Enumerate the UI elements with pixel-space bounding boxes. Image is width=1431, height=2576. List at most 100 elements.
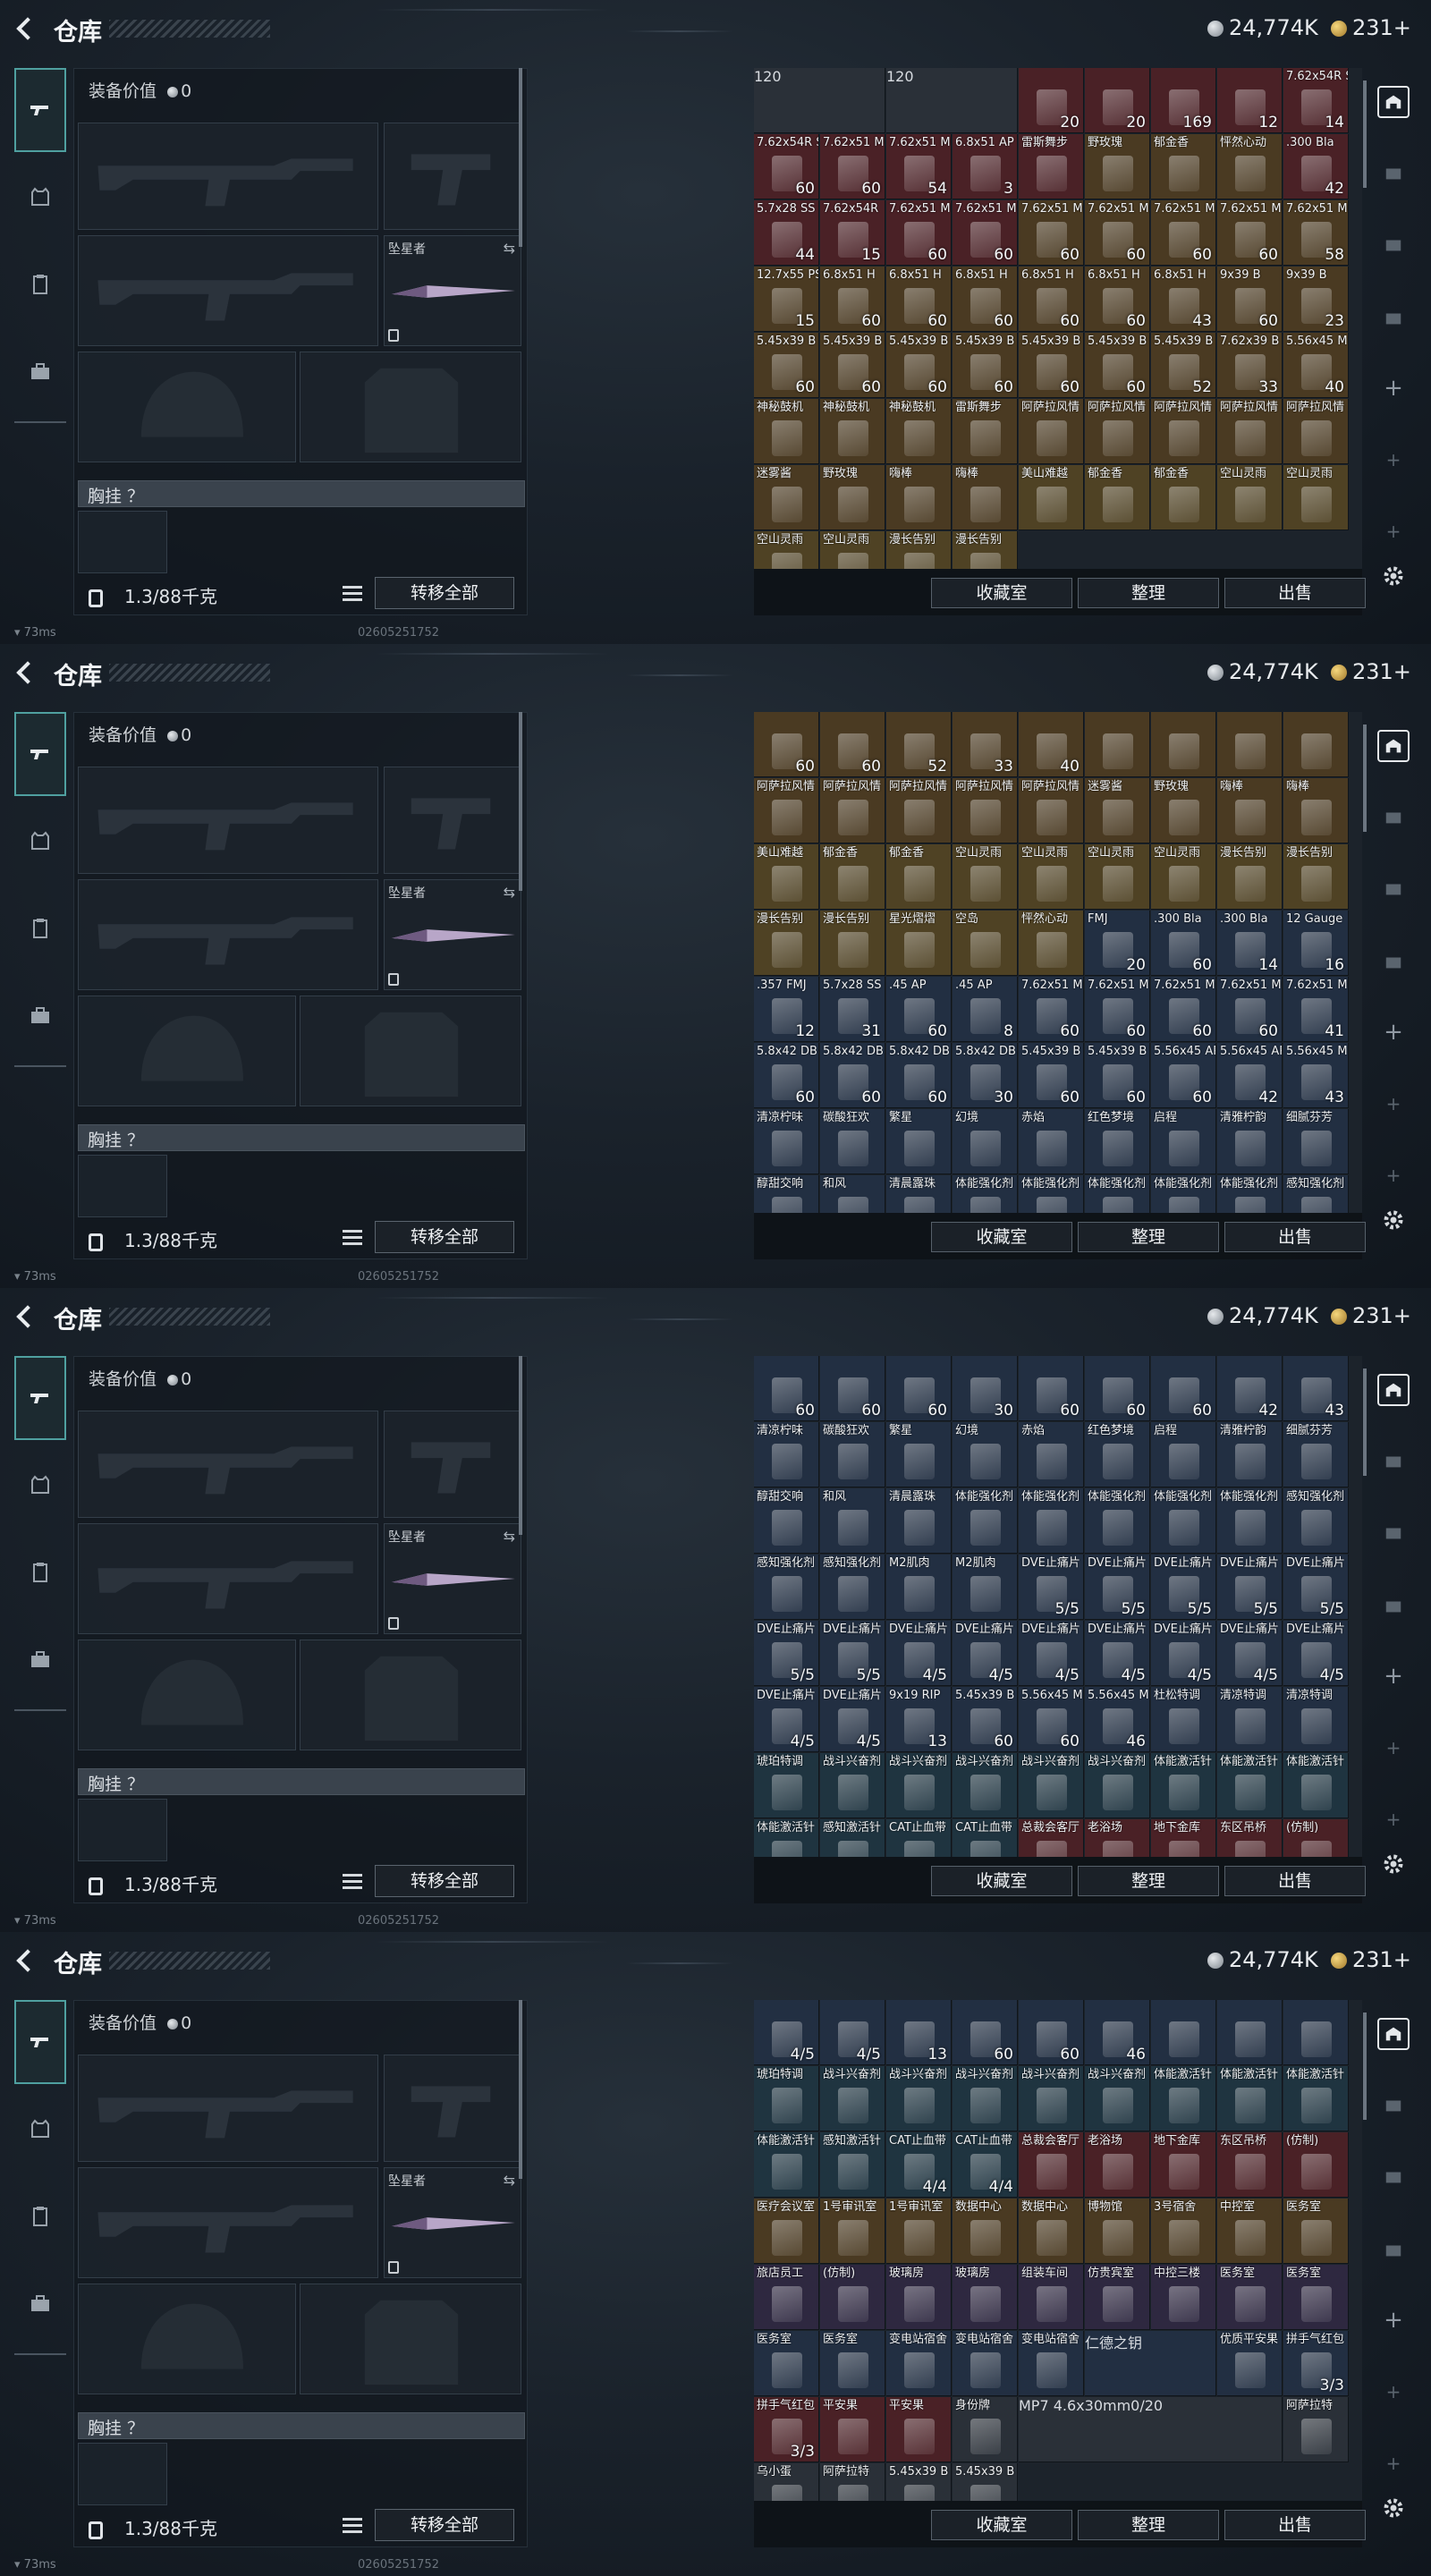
inventory-item[interactable]: 战斗兴奋剂 xyxy=(886,1753,952,1818)
inventory-item[interactable]: 细腻芬芳 xyxy=(1283,1422,1349,1487)
inventory-item[interactable]: DVE止痛片 4/5 xyxy=(1283,1621,1349,1686)
add-storage-icon[interactable]: + xyxy=(1377,515,1410,547)
inventory-item[interactable]: 6.8x51 AP 3 xyxy=(953,134,1018,199)
inventory-item[interactable]: MP7 4.6x30mm0/20 xyxy=(1019,2397,1283,2462)
inventory-item[interactable]: 醇甜交响 xyxy=(754,1488,819,1554)
tab-cases[interactable] xyxy=(14,1619,66,1701)
inventory-item[interactable]: 战斗兴奋剂 xyxy=(953,2066,1018,2131)
inventory-item[interactable]: 清雅柠韵 xyxy=(1217,1422,1283,1487)
add-storage-icon[interactable]: + xyxy=(1377,372,1410,404)
inventory-item[interactable]: 旅店员工 xyxy=(754,2265,819,2330)
inventory-item[interactable]: 战斗兴奋剂 xyxy=(1019,1753,1084,1818)
inventory-item[interactable]: 5.45x39 B60 xyxy=(953,2463,1018,2501)
helmet-slot[interactable] xyxy=(78,352,296,462)
inventory-item[interactable]: 6.8x51 H 43 xyxy=(1151,267,1216,332)
sort-button[interactable]: 整理 xyxy=(1078,1866,1219,1896)
inventory-item[interactable]: 嗨棒 xyxy=(886,465,952,530)
inventory-item[interactable]: 体能强化剂 xyxy=(953,1175,1018,1213)
loadout-scrollbar[interactable] xyxy=(519,1356,522,1535)
sort-button[interactable]: 整理 xyxy=(1078,578,1219,608)
inventory-item[interactable]: 琥珀特调 xyxy=(754,2066,819,2131)
tab-consumables[interactable] xyxy=(14,243,66,326)
inventory-item[interactable]: 120 xyxy=(754,68,885,133)
tab-consumables[interactable] xyxy=(14,887,66,970)
inventory-item[interactable]: 漫长告别 xyxy=(820,911,885,976)
chest-rig-slot[interactable] xyxy=(78,1155,167,1217)
inventory-item[interactable] xyxy=(1085,712,1150,777)
inventory-item[interactable]: DVE止痛片 4/5 xyxy=(886,1621,952,1686)
inventory-item[interactable]: 清凉柠味 xyxy=(754,1109,819,1174)
storage-box-icon[interactable] xyxy=(1377,302,1410,335)
inventory-item[interactable]: 5.56x45 AP 60 xyxy=(1151,1043,1216,1108)
inventory-item[interactable]: 5.56x45 M 43 xyxy=(1283,1043,1349,1108)
inventory-item[interactable]: FMJ 20 xyxy=(1085,911,1150,976)
primary-weapon-slot[interactable] xyxy=(78,123,378,230)
inventory-item[interactable]: 中控三楼 xyxy=(1151,2265,1216,2330)
inventory-item[interactable]: DVE止痛片 5/5 xyxy=(1151,1555,1216,1620)
inventory-item[interactable]: 雷斯舞步 xyxy=(1019,134,1084,199)
inventory-item[interactable]: 体能强化剂 xyxy=(1085,1488,1150,1554)
inventory-item[interactable]: 总裁会客厅 xyxy=(1019,1819,1084,1857)
inventory-item[interactable]: 阿萨拉风情 xyxy=(754,778,819,843)
inventory-item[interactable]: 7.62x51 M6 60 xyxy=(820,134,885,199)
inventory-item[interactable] xyxy=(1283,712,1349,777)
collection-room-button[interactable]: 收藏室 xyxy=(931,1222,1072,1252)
transfer-all-button[interactable]: 转移全部 xyxy=(375,577,514,609)
inventory-item[interactable]: .300 Bla 42 xyxy=(1283,134,1349,199)
inventory-item[interactable]: 7.62x51 M6 60 xyxy=(1019,977,1084,1042)
inventory-item[interactable]: 医务室 xyxy=(1283,2199,1349,2264)
inventory-item[interactable]: 漫长告别 xyxy=(1283,844,1349,910)
inventory-item[interactable]: 玻璃房 xyxy=(886,2265,952,2330)
inventory-item[interactable]: 细腻芬芳 xyxy=(1283,1109,1349,1174)
inventory-item[interactable]: .45 AP 8 xyxy=(953,977,1018,1042)
inventory-item[interactable]: 感知强化剂 xyxy=(820,1555,885,1620)
inventory-item[interactable]: 野玫瑰 xyxy=(1151,778,1216,843)
inventory-item[interactable]: 5.45x39 B60 xyxy=(1019,1043,1084,1108)
inventory-item[interactable]: 变电站宿舍 xyxy=(1019,2331,1084,2396)
armor-slot[interactable] xyxy=(300,352,521,462)
storage-box-icon[interactable] xyxy=(1377,801,1410,834)
inventory-item[interactable]: 30 xyxy=(953,1356,1018,1421)
inventory-item[interactable]: 仁德之钥 xyxy=(1085,2331,1216,2396)
inventory-item[interactable]: 7.62x51 M6 58 xyxy=(1283,200,1349,266)
inventory-item[interactable]: 红色梦境 xyxy=(1085,1422,1150,1487)
inventory-item[interactable]: 7.62x51 M6 60 xyxy=(1217,977,1283,1042)
inventory-item[interactable]: 阿萨拉风情 xyxy=(1085,399,1150,464)
inventory-item[interactable]: 神秘鼓机 xyxy=(820,399,885,464)
inventory-item[interactable]: 体能激活针 xyxy=(1217,2066,1283,2131)
inventory-item[interactable]: 神秘鼓机 xyxy=(886,399,952,464)
inventory-item[interactable]: 体能强化剂 xyxy=(953,1488,1018,1554)
tab-weapons[interactable] xyxy=(14,68,66,152)
inventory-item[interactable]: 体能强化剂 xyxy=(1151,1175,1216,1213)
inventory-item[interactable]: 郁金香 xyxy=(1151,465,1216,530)
list-view-icon[interactable] xyxy=(343,1228,362,1248)
back-arrow-icon[interactable] xyxy=(14,662,38,685)
collection-room-button[interactable]: 收藏室 xyxy=(931,578,1072,608)
helmet-slot[interactable] xyxy=(78,1640,296,1750)
inventory-item[interactable]: 繁星 xyxy=(886,1422,952,1487)
chest-rig-slot[interactable] xyxy=(78,2443,167,2505)
inventory-item[interactable]: 7.62x51 M6 60 xyxy=(1019,200,1084,266)
inventory-item[interactable]: 雷斯舞步 xyxy=(953,399,1018,464)
storage-box-icon[interactable] xyxy=(1377,873,1410,905)
add-storage-icon[interactable]: + xyxy=(1377,1732,1410,1764)
inventory-item[interactable]: (仿制) xyxy=(1283,1819,1349,1857)
collection-room-button[interactable]: 收藏室 xyxy=(931,1866,1072,1896)
inventory-item[interactable]: 52 xyxy=(886,712,952,777)
inventory-item[interactable]: 空山灵雨 xyxy=(1085,844,1150,910)
inventory-item[interactable]: 6.8x51 H 60 xyxy=(953,267,1018,332)
inventory-item[interactable]: 郁金香 xyxy=(1085,465,1150,530)
inventory-item[interactable]: 琥珀特调 xyxy=(754,1753,819,1818)
pistol-slot[interactable] xyxy=(384,767,521,874)
inventory-item[interactable]: 战斗兴奋剂 xyxy=(1085,1753,1150,1818)
tab-consumables[interactable] xyxy=(14,1531,66,1614)
inventory-item[interactable]: 7.62x54R SN 60 xyxy=(754,134,819,199)
settings-gear-icon[interactable] xyxy=(1377,1848,1410,1880)
loadout-scrollbar[interactable] xyxy=(519,2000,522,2179)
inventory-item[interactable]: 空山灵雨 xyxy=(1217,465,1283,530)
inventory-item[interactable]: 6.8x51 H 60 xyxy=(1085,267,1150,332)
gold-currency[interactable]: 231+ xyxy=(1331,15,1411,40)
inventory-item[interactable]: 60 xyxy=(1019,2000,1084,2065)
warehouse-home-icon[interactable] xyxy=(1377,730,1410,762)
transfer-all-button[interactable]: 转移全部 xyxy=(375,2509,514,2541)
